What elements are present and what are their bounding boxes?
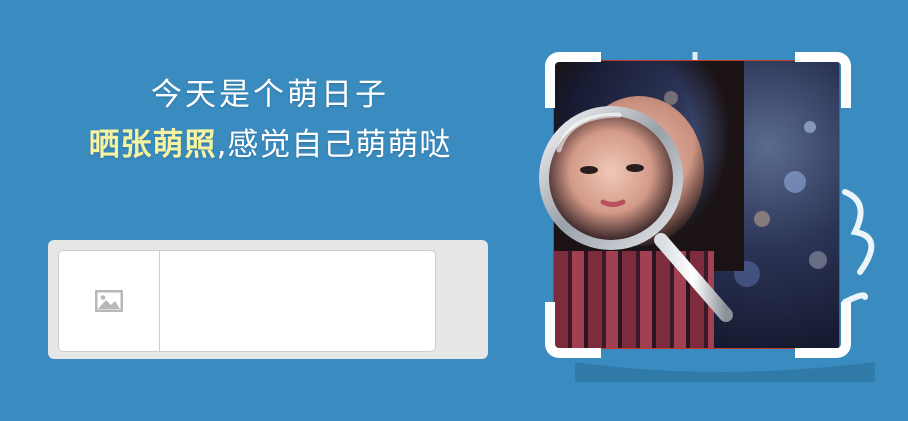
photo-showcase xyxy=(539,52,885,382)
frame-corner-bottom-right xyxy=(795,302,851,358)
bokeh-light xyxy=(754,211,770,227)
headline-line-1: 今天是个萌日子 xyxy=(151,77,389,113)
image-placeholder-icon xyxy=(95,290,123,312)
headline-rest: ,感觉自己萌萌哒 xyxy=(216,127,452,163)
upload-panel xyxy=(48,240,488,359)
upload-box[interactable] xyxy=(58,250,436,352)
bokeh-light xyxy=(784,171,806,193)
bokeh-light xyxy=(804,121,816,133)
magnifier-icon xyxy=(539,106,733,322)
image-upload-button[interactable] xyxy=(59,251,160,351)
headline-highlight: 晒张萌照 xyxy=(88,127,217,163)
headline-line-2: 晒张萌照,感觉自己萌萌哒 xyxy=(30,122,510,168)
frame-corner-top-right xyxy=(795,52,851,108)
bokeh-light xyxy=(809,251,827,269)
headline: 今天是个萌日子 晒张萌照,感觉自己萌萌哒 xyxy=(30,72,510,168)
image-caption-field[interactable] xyxy=(160,251,435,351)
